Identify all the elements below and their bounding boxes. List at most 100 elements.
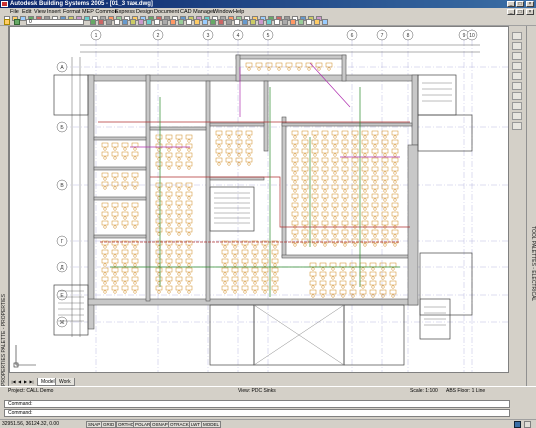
grid-toggle[interactable]: GRID [101, 421, 117, 428]
workstation-chair [123, 147, 127, 151]
doc-restore-button[interactable]: □ [516, 9, 524, 15]
workstation-chair [363, 207, 367, 211]
palette-tool-3[interactable] [512, 52, 522, 60]
workstation-chair [223, 263, 227, 267]
menu-window[interactable]: Window [213, 8, 233, 16]
workstation-chair [177, 148, 181, 152]
menu-edit[interactable]: Edit [22, 8, 31, 16]
palette-tool-6[interactable] [512, 82, 522, 90]
menu-view[interactable]: View [34, 8, 46, 16]
toolbar-tool-icon[interactable] [314, 19, 320, 25]
menu-mep-common[interactable]: MEP Common [82, 8, 118, 16]
osnap-toggle[interactable]: OSNAP [150, 421, 170, 428]
toolbar-tool-icon[interactable] [106, 19, 112, 25]
layer-dropdown[interactable]: 0 [26, 19, 84, 25]
toolbar-tool-icon[interactable] [130, 19, 136, 25]
minimize-button[interactable]: _ [507, 1, 515, 7]
palette-tool-9[interactable] [512, 112, 522, 120]
workstation-desk [291, 220, 299, 226]
drawing-canvas[interactable]: 1 2 3 4 5 6 7 8 9 10 АБВГДЕЖ [9, 26, 509, 373]
toolbar-tool-icon[interactable] [258, 19, 264, 25]
toolbar-tool-icon[interactable] [306, 19, 312, 25]
toolbar-tool-icon[interactable] [138, 19, 144, 25]
tab-work[interactable]: Work [55, 378, 75, 386]
view-label[interactable]: View: PDC Sinks [238, 388, 276, 395]
floor-plan-drawing[interactable]: 1 2 3 4 5 6 7 8 9 10 АБВГДЕЖ [10, 27, 509, 373]
maximize-button[interactable]: □ [516, 1, 524, 7]
tab-last-button[interactable]: ▶| [29, 379, 34, 385]
workstation-desk [131, 240, 139, 246]
workstation-chair [223, 245, 227, 249]
app-icon[interactable] [1, 1, 8, 7]
menu-design[interactable]: Design [136, 8, 153, 16]
tab-next-button[interactable]: ▶ [23, 379, 28, 385]
model-toggle[interactable]: MODEL [201, 421, 222, 428]
palette-tool-5[interactable] [512, 72, 522, 80]
toolbar-tool-icon[interactable] [322, 19, 328, 25]
toolbar-tool-icon[interactable] [298, 19, 304, 25]
project-label[interactable]: Project: CALL Demo [8, 388, 53, 395]
toolbar-tool-icon[interactable] [242, 19, 248, 25]
snap-toggle[interactable]: SNAP [86, 421, 103, 428]
toolbar-tool-icon[interactable] [162, 19, 168, 25]
toolbar-tool-icon[interactable] [202, 19, 208, 25]
menu-file[interactable]: File [10, 8, 19, 16]
toolbar-tool-icon[interactable] [194, 19, 200, 25]
toolbar-tool-icon[interactable] [146, 19, 152, 25]
toolbar-tool-icon[interactable] [266, 19, 272, 25]
layer-state-icon[interactable] [14, 19, 20, 25]
palette-tool-10[interactable] [512, 122, 522, 130]
toolbar-tool-icon[interactable] [226, 19, 232, 25]
palette-tool-2[interactable] [512, 42, 522, 50]
workstation-desk [361, 193, 369, 199]
workstation-desk [371, 130, 379, 136]
toolbar-tool-icon[interactable] [290, 19, 296, 25]
workstation-chair [263, 263, 267, 267]
toolbar-tool-icon[interactable] [274, 19, 280, 25]
toolbar-tool-icon[interactable] [282, 19, 288, 25]
properties-palette-strip[interactable]: PROPERTIES PALETTE - PROPERTIES [0, 26, 9, 386]
toolbar-tool-icon[interactable] [218, 19, 224, 25]
toolbar-tool-icon[interactable] [98, 19, 104, 25]
doc-minimize-button[interactable]: _ [507, 9, 515, 15]
scale-label[interactable]: Scale: 1:100 [410, 388, 438, 395]
doc-close-button[interactable]: × [526, 9, 534, 15]
tray-settings-icon[interactable] [514, 421, 521, 428]
palette-tool-4[interactable] [512, 62, 522, 70]
toolbar-tool-icon[interactable] [122, 19, 128, 25]
tool-palette-strip[interactable]: TOOL PALETTES - ELECTRICAL [526, 26, 536, 386]
menu-format[interactable]: Format [63, 8, 80, 16]
palette-tool-1[interactable] [512, 32, 522, 40]
palette-tool-7[interactable] [512, 92, 522, 100]
abs-floor-label[interactable]: ABS Floor: 1 Line [446, 388, 485, 395]
menu-insert[interactable]: Insert [47, 8, 61, 16]
toolbar-tool-icon[interactable] [90, 19, 96, 25]
menu-help[interactable]: Help [233, 8, 244, 16]
toolbar-tool-icon[interactable] [210, 19, 216, 25]
tab-prev-button[interactable]: ◀ [17, 379, 22, 385]
grid-bubble-label: 5 [267, 33, 270, 39]
toolbar-tool-icon[interactable] [114, 19, 120, 25]
workstation-desk [389, 280, 397, 286]
toolbar-tool-icon[interactable] [234, 19, 240, 25]
menu-cad-manager[interactable]: CAD Manager [180, 8, 215, 16]
layer-manager-icon[interactable] [4, 19, 10, 25]
workstation-desk [381, 157, 389, 163]
workstation-chair [313, 180, 317, 184]
tab-first-button[interactable]: |◀ [11, 379, 16, 385]
toolbar-tool-icon[interactable] [250, 19, 256, 25]
workstation-chair [247, 67, 251, 71]
otrack-toggle[interactable]: OTRACK [168, 421, 191, 428]
workstation-chair [311, 276, 315, 280]
command-input[interactable]: Command: [4, 409, 510, 417]
toolbar-tool-icon[interactable] [178, 19, 184, 25]
toolbar-tool-icon[interactable] [186, 19, 192, 25]
menu-express[interactable]: Express [115, 8, 135, 16]
toolbar-tool-icon[interactable] [170, 19, 176, 25]
workstation-chair [303, 153, 307, 157]
clean-screen-icon[interactable] [524, 421, 531, 428]
menu-document[interactable]: Document [154, 8, 179, 16]
toolbar-tool-icon[interactable] [154, 19, 160, 25]
palette-tool-8[interactable] [512, 102, 522, 110]
close-button[interactable]: × [526, 1, 534, 7]
